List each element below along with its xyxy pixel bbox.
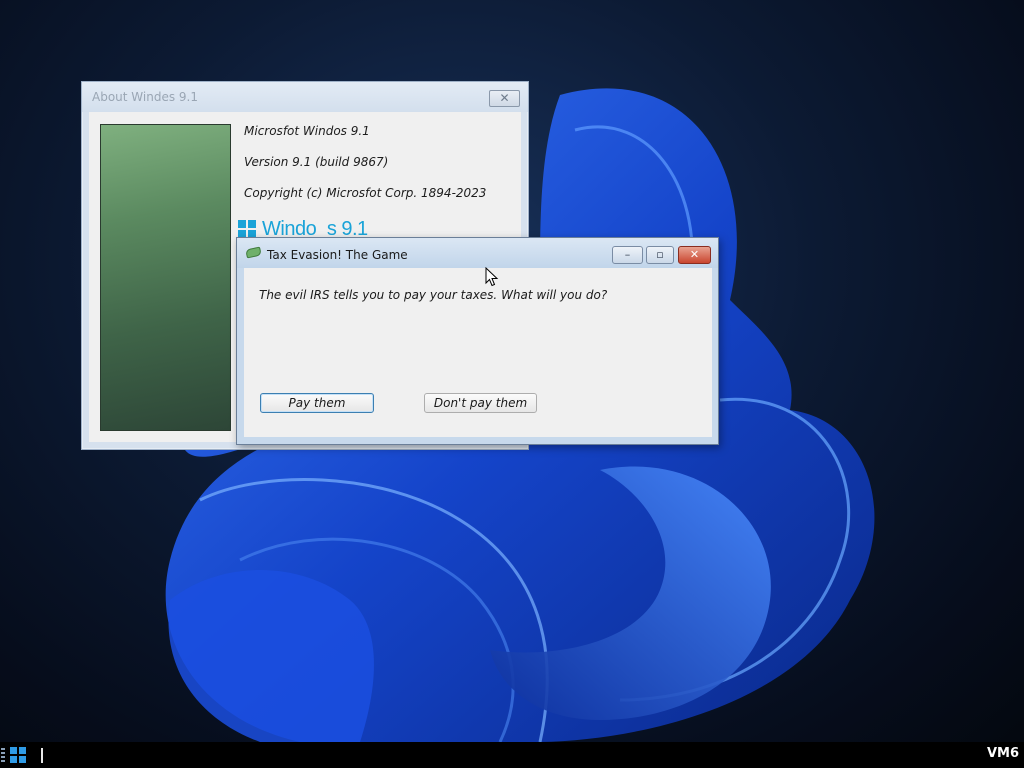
maximize-button[interactable]: ▫ — [646, 246, 674, 264]
about-banner-image — [100, 124, 231, 431]
start-button[interactable] — [10, 747, 27, 764]
windows-logo-icon — [10, 747, 27, 763]
pay-them-button[interactable]: Pay them — [260, 393, 374, 413]
text-caret — [41, 748, 43, 763]
game-window: Tax Evasion! The Game – ▫ ✕ The evil IRS… — [236, 237, 719, 445]
taskbar: VM6 — [0, 742, 1024, 768]
about-close-button[interactable]: ✕ — [489, 90, 520, 107]
close-button[interactable]: ✕ — [678, 246, 711, 264]
minimize-icon: – — [624, 248, 631, 261]
taskbar-grip — [1, 748, 5, 762]
close-icon: ✕ — [499, 91, 510, 105]
desktop: About Windes 9.1 ✕ Microsfot Windos 9.1 … — [0, 0, 1024, 742]
maximize-icon: ▫ — [656, 248, 664, 261]
minimize-button[interactable]: – — [612, 246, 643, 264]
mouse-pointer-icon — [485, 267, 499, 287]
close-icon: ✕ — [689, 248, 700, 261]
game-prompt-text: The evil IRS tells you to pay your taxes… — [259, 288, 608, 302]
about-window-title: About Windes 9.1 — [92, 90, 198, 104]
about-copyright: Copyright (c) Microsfot Corp. 1894-2023 — [244, 186, 487, 200]
about-product-name: Microsfot Windos 9.1 — [244, 124, 370, 138]
game-titlebar[interactable]: Tax Evasion! The Game – ▫ ✕ — [237, 238, 718, 268]
dont-pay-them-button[interactable]: Don't pay them — [424, 393, 537, 413]
about-titlebar[interactable]: About Windes 9.1 ✕ — [82, 82, 528, 112]
game-window-title: Tax Evasion! The Game — [267, 248, 408, 262]
windows-logo-icon — [238, 220, 256, 238]
green-cash-icon — [245, 246, 262, 259]
game-content: The evil IRS tells you to pay your taxes… — [244, 268, 712, 437]
vm-label: VM6 — [986, 746, 1019, 761]
about-version: Version 9.1 (build 9867) — [244, 155, 389, 169]
